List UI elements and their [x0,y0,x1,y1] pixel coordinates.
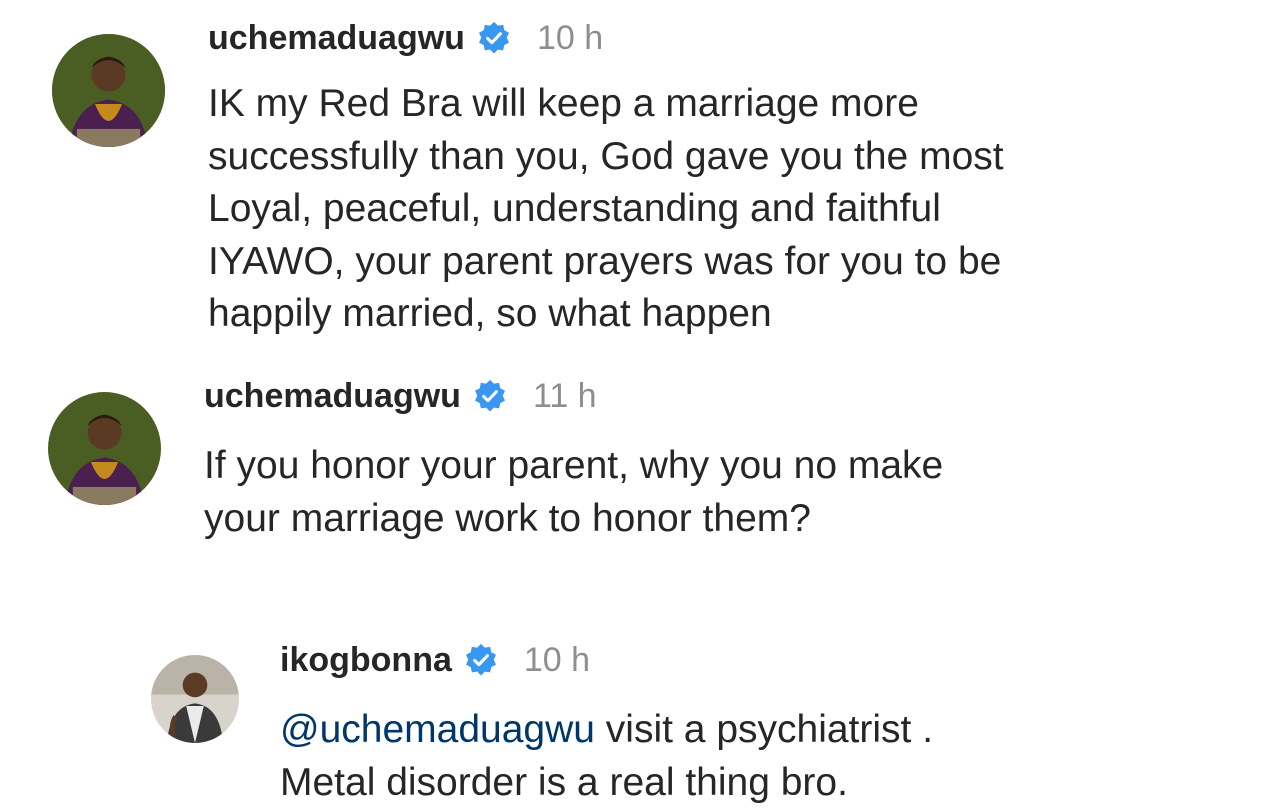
comment-header: uchemaduagwu 11 h [204,372,597,420]
comment-text: If you honor your parent, why you no mak… [204,444,944,540]
comment-text: @uchemaduagwu visit a psychiatrist . Met… [280,704,1260,809]
timestamp: 10 h [536,18,604,57]
timestamp: 11 h [532,376,597,415]
comment-header: uchemaduagwu 10 h [208,14,603,62]
verified-badge-icon [477,21,511,55]
profile-photo-icon [48,392,161,505]
profile-photo-icon [52,34,165,147]
avatar[interactable] [52,34,165,147]
avatar[interactable] [151,655,239,743]
comment-header: ikogbonna 10 h [280,636,590,684]
timestamp: 10 h [523,640,591,679]
comment-text: IK my Red Bra will keep a marriage more … [208,82,1004,335]
verified-badge-icon [464,643,498,677]
username-link[interactable]: ikogbonna [280,641,452,680]
username-link[interactable]: uchemaduagwu [204,377,461,416]
verified-badge-icon [473,379,507,413]
avatar[interactable] [48,392,161,505]
profile-photo-icon [151,655,239,743]
username-link[interactable]: uchemaduagwu [208,19,465,58]
mention-link[interactable]: @uchemaduagwu [280,708,595,751]
